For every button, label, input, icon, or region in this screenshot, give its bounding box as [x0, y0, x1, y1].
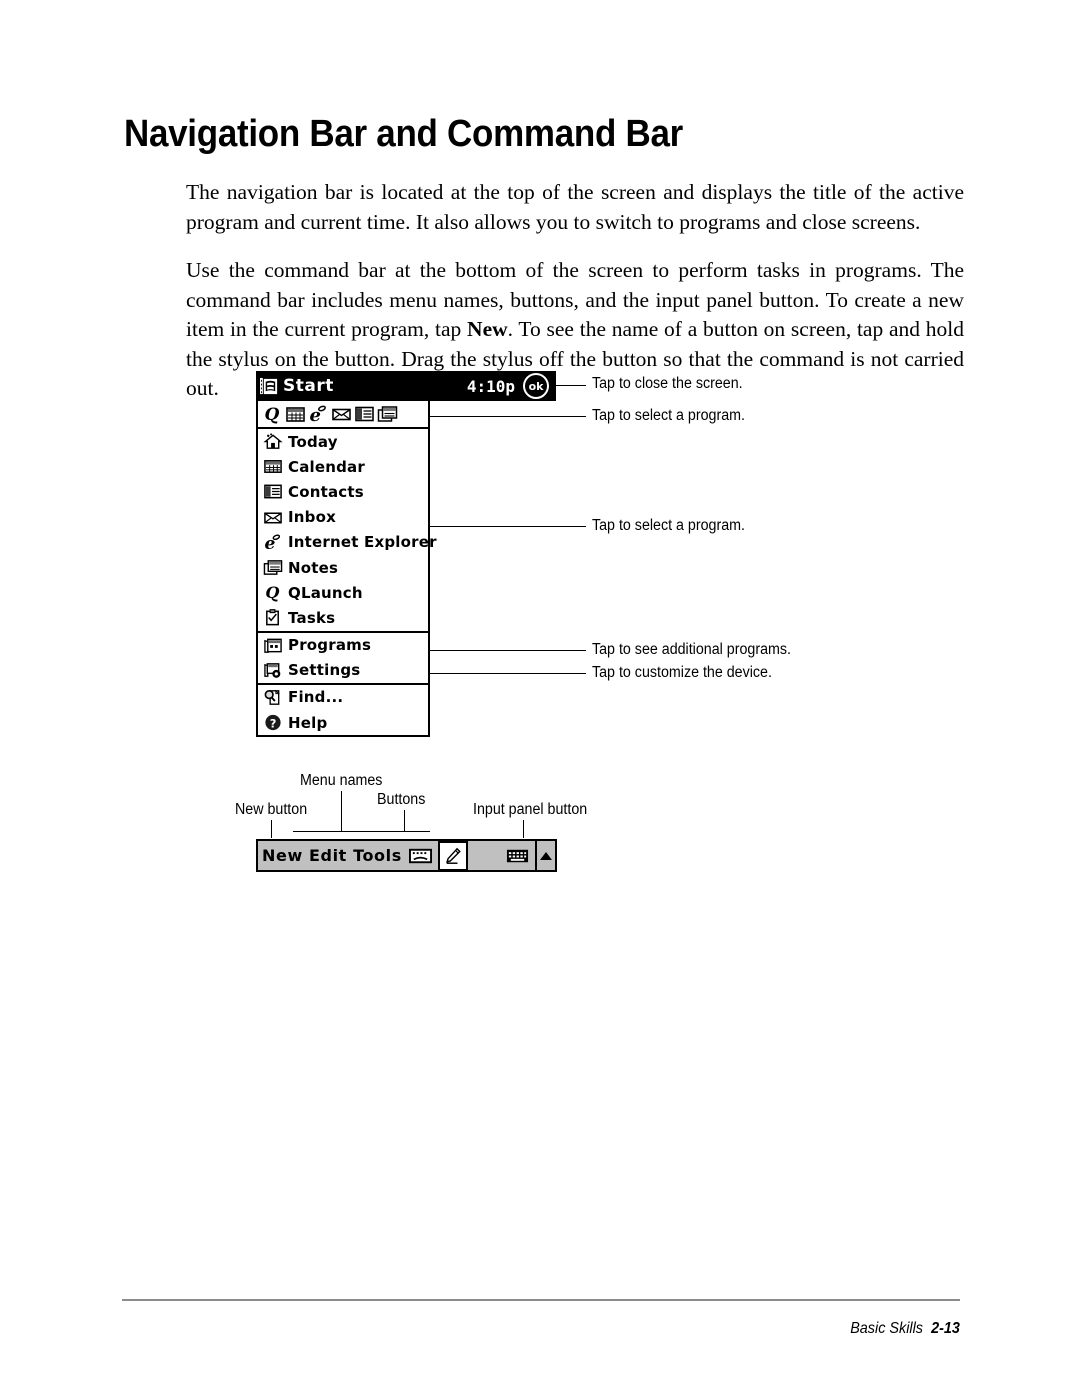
footer-section-label: Basic Skills — [850, 1320, 924, 1337]
command-bar: New Edit Tools — [256, 839, 557, 872]
svg-text:?: ? — [270, 716, 277, 730]
callout-buttons: Buttons — [377, 791, 426, 808]
footer-divider — [122, 1299, 960, 1301]
start-menu-item-settings[interactable]: Settings — [258, 658, 428, 683]
help-question-icon: ? — [263, 713, 283, 732]
page-title: Navigation Bar and Command Bar — [124, 113, 683, 155]
start-menu-label-notes: Notes — [288, 558, 339, 577]
windows-flag-icon[interactable] — [260, 377, 279, 396]
callout-menu-names: Menu names — [300, 772, 383, 789]
callout-additional-programs: Tap to see additional programs. — [592, 641, 791, 658]
leader-line-additional-programs — [430, 650, 586, 651]
start-menu-item-contacts[interactable]: Contacts — [258, 479, 428, 504]
start-menu-label-programs: Programs — [288, 636, 372, 655]
leader-line-select-program-menu — [430, 526, 586, 527]
body-text-column: The navigation bar is located at the top… — [186, 178, 964, 404]
leader-tick-new-button — [271, 820, 272, 838]
paragraph-1: The navigation bar is located at the top… — [186, 180, 964, 234]
command-bar-menu-names[interactable]: New Edit Tools — [262, 846, 402, 865]
leader-tick-input-panel — [523, 820, 524, 838]
start-menu-item-tasks[interactable]: Tasks — [258, 605, 428, 630]
start-menu-item-qlaunch[interactable]: Q QLaunch — [258, 580, 428, 605]
footer: Basic Skills 2-13 — [850, 1320, 960, 1338]
start-menu-label-internet-explorer: Internet Explorer — [288, 533, 437, 552]
callout-new-button: New button — [235, 801, 308, 818]
start-menu-item-inbox[interactable]: Inbox — [258, 505, 428, 530]
start-menu-item-calendar[interactable]: Calendar — [258, 454, 428, 479]
start-menu-label-contacts: Contacts — [288, 482, 364, 501]
notes-icon[interactable] — [377, 404, 398, 424]
callout-input-panel-button: Input panel button — [473, 801, 588, 818]
leader-line-close-screen — [554, 385, 586, 386]
leader-tick-menu-names — [341, 791, 342, 831]
start-menu-group-help: Find... ? Help — [258, 685, 428, 735]
notes-icon — [263, 558, 283, 577]
start-menu-label-inbox: Inbox — [288, 508, 336, 527]
find-magnifier-icon — [263, 688, 283, 707]
settings-gear-icon — [263, 661, 283, 680]
leader-tick-buttons — [404, 810, 405, 831]
start-menu-item-help[interactable]: ? Help — [258, 710, 428, 735]
start-menu-item-internet-explorer[interactable]: e Internet Explorer — [258, 530, 436, 555]
pen-draw-button-icon[interactable] — [437, 840, 468, 871]
start-menu-item-programs[interactable]: Programs — [258, 633, 428, 658]
start-menu-label-help: Help — [288, 713, 328, 732]
contacts-icon — [263, 482, 283, 501]
inbox-envelope-icon — [263, 508, 283, 527]
inbox-envelope-icon[interactable] — [331, 404, 352, 424]
leader-line-select-program-top — [430, 416, 586, 417]
qlaunch-icon: Q — [263, 583, 283, 602]
start-menu-item-today[interactable]: Today — [258, 429, 428, 454]
start-menu-label-tasks: Tasks — [288, 608, 336, 627]
footer-page-number: 2-13 — [931, 1320, 960, 1337]
calendar-icon — [263, 457, 283, 476]
start-menu-item-notes[interactable]: Notes — [258, 555, 428, 580]
clock-label[interactable]: 4:10p — [467, 377, 515, 396]
input-panel-chevron-up-icon[interactable] — [537, 850, 555, 862]
ok-close-button[interactable]: ok — [523, 373, 549, 399]
callout-select-program-top: Tap to select a program. — [592, 407, 745, 424]
leader-bracket-menu-names — [293, 831, 391, 832]
bold-new-keyword: New — [467, 317, 508, 341]
start-menu-group-system: Programs Settings — [258, 633, 428, 685]
svg-text:Q: Q — [265, 583, 279, 602]
today-house-icon — [263, 432, 283, 451]
callout-customize-device: Tap to customize the device. — [592, 664, 772, 681]
start-menu-group-programs: Today Calendar Contacts Inbox e Internet… — [258, 429, 437, 633]
start-menu-label-find: Find... — [288, 688, 344, 707]
callout-select-program-menu: Tap to select a program. — [592, 517, 745, 534]
navigation-bar: Start 4:10p ok — [256, 371, 556, 401]
internet-explorer-icon: e — [263, 533, 283, 552]
start-menu-panel: Q e Today Calendar Contacts Inbox e Inte… — [256, 401, 437, 738]
internet-explorer-icon[interactable]: e — [308, 404, 329, 424]
start-menu-label[interactable]: Start — [283, 376, 334, 396]
programs-folder-icon — [263, 636, 283, 655]
start-menu-label-qlaunch: QLaunch — [288, 583, 363, 602]
start-menu-item-find[interactable]: Find... — [258, 685, 428, 710]
start-menu-label-settings: Settings — [288, 661, 361, 680]
quick-launch-row: Q e — [258, 401, 428, 429]
qlaunch-icon[interactable]: Q — [262, 404, 283, 424]
keyboard-input-panel-icon[interactable] — [506, 847, 529, 865]
calendar-icon[interactable] — [285, 404, 306, 424]
recording-button-icon[interactable] — [408, 847, 432, 865]
leader-line-customize-device — [430, 673, 586, 674]
callout-close-screen: Tap to close the screen. — [592, 375, 743, 392]
leader-bracket-buttons — [378, 831, 430, 832]
start-menu-label-calendar: Calendar — [288, 457, 365, 476]
tasks-checklist-icon — [263, 608, 283, 627]
svg-text:Q: Q — [265, 405, 280, 424]
contacts-icon[interactable] — [354, 404, 375, 424]
start-menu-label-today: Today — [288, 432, 338, 451]
